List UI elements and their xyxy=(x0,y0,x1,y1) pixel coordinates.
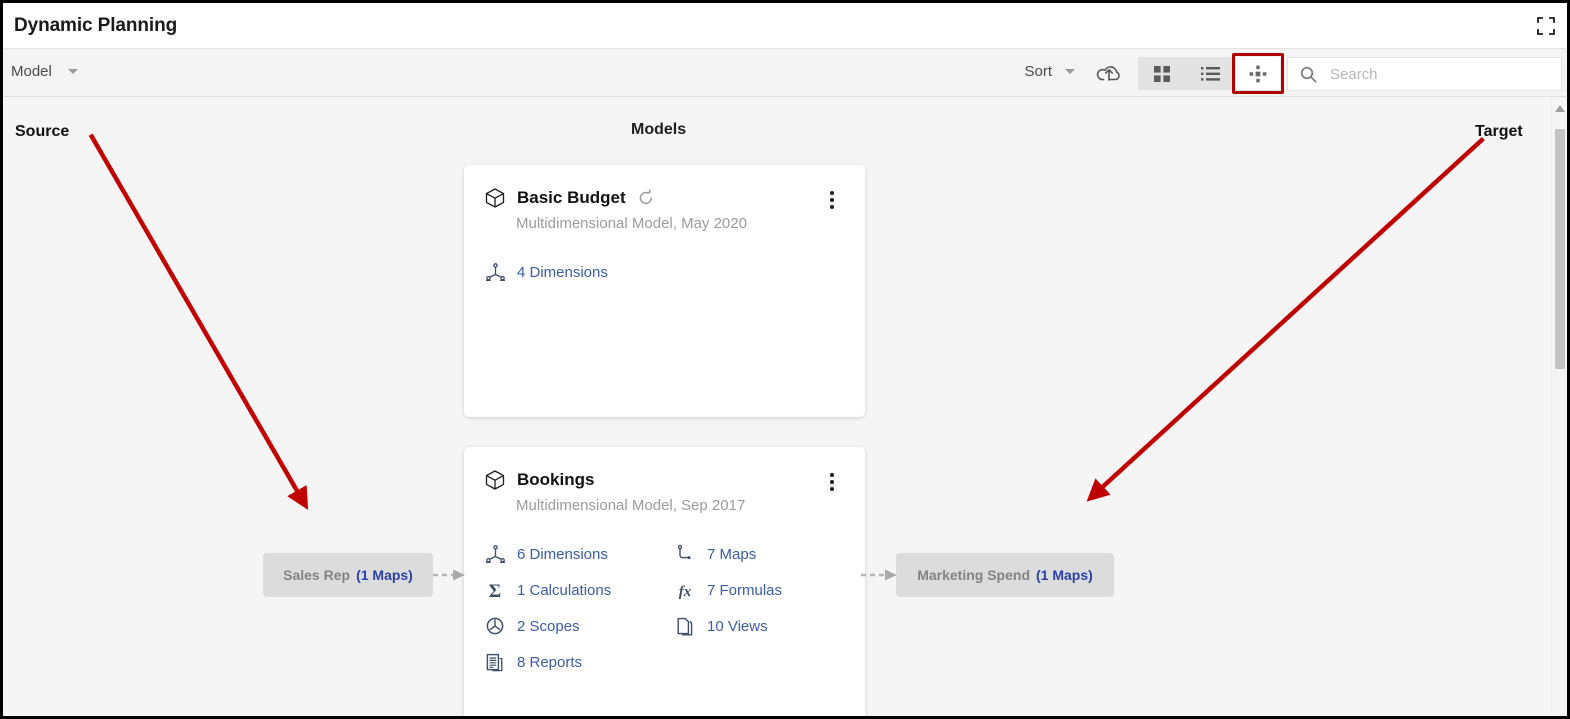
dependency-canvas: Models Basic Budget Multidimensional Mod… xyxy=(3,97,1567,716)
grid-view-button[interactable] xyxy=(1138,57,1186,90)
source-node-maps: (1 Maps) xyxy=(356,567,413,583)
source-node-name: Sales Rep xyxy=(283,567,351,583)
target-node-name: Marketing Spend xyxy=(917,567,1030,583)
stat-label: 6 Dimensions xyxy=(517,545,608,563)
stat-scopes[interactable]: 2 Scopes xyxy=(484,615,674,637)
maps-icon xyxy=(674,543,696,565)
target-connector-arrow xyxy=(861,569,897,581)
vertical-scrollbar[interactable] xyxy=(1551,97,1567,716)
list-view-button[interactable] xyxy=(1186,57,1234,90)
stat-label: 8 Reports xyxy=(517,653,583,671)
card-stats: 6 Dimensions 7 Maps Σ 1 Calculations fx … xyxy=(484,543,844,673)
stat-label: 4 Dimensions xyxy=(517,263,608,281)
toolbar: Model Sort xyxy=(3,49,1567,97)
source-connector-arrow xyxy=(433,569,465,581)
dependency-target-node[interactable]: Marketing Spend (1 Maps) xyxy=(896,553,1114,597)
models-column-header: Models xyxy=(631,121,687,138)
svg-text:fx: fx xyxy=(679,584,692,600)
scroll-up-arrow-icon[interactable] xyxy=(1555,105,1565,112)
page-title: Dynamic Planning xyxy=(14,15,178,36)
stat-label: 7 Formulas xyxy=(707,581,783,599)
stat-label: 2 Scopes xyxy=(517,617,580,635)
scope-icon xyxy=(484,615,506,637)
stat-reports[interactable]: 8 Reports xyxy=(484,651,674,673)
cube-icon xyxy=(485,470,505,490)
search-box[interactable] xyxy=(1287,57,1562,91)
fullscreen-expand-icon[interactable] xyxy=(1533,13,1559,39)
stat-label: 7 Maps xyxy=(707,545,757,563)
kebab-menu-icon[interactable] xyxy=(823,189,841,211)
stat-calculations[interactable]: Σ 1 Calculations xyxy=(484,579,674,601)
sort-dropdown-label: Sort xyxy=(1024,63,1052,80)
stat-dimensions[interactable]: 6 Dimensions xyxy=(484,543,674,565)
model-dropdown-label: Model xyxy=(11,63,52,80)
views-pages-icon xyxy=(674,615,696,637)
dynamic-planning-window: Dynamic Planning Model Sort Search Model… xyxy=(0,0,1570,719)
stat-maps[interactable]: 7 Maps xyxy=(674,543,844,565)
source-annotation-label: Source xyxy=(15,123,70,140)
stat-dimensions[interactable]: 4 Dimensions xyxy=(484,261,674,283)
view-toggle-group xyxy=(1138,57,1234,90)
card-subtitle: Multidimensional Model, May 2020 xyxy=(516,215,747,232)
title-bar: Dynamic Planning xyxy=(3,3,1567,49)
sigma-icon: Σ xyxy=(484,579,506,601)
kebab-menu-icon[interactable] xyxy=(823,471,841,493)
stat-label: 1 Calculations xyxy=(517,581,612,599)
target-node-maps: (1 Maps) xyxy=(1036,567,1093,583)
cube-icon xyxy=(485,188,505,208)
card-subtitle: Multidimensional Model, Sep 2017 xyxy=(516,497,746,514)
card-header: Basic Budget xyxy=(484,187,655,209)
card-stats: 4 Dimensions xyxy=(484,261,844,283)
model-dropdown[interactable]: Model xyxy=(11,63,78,80)
grid-icon xyxy=(1154,65,1170,82)
dependency-network-icon xyxy=(1249,65,1267,82)
chevron-down-icon xyxy=(1065,69,1075,74)
search-icon xyxy=(1300,66,1317,82)
stat-label: 10 Views xyxy=(707,617,768,635)
report-icon xyxy=(484,651,506,673)
target-annotation-label: Target xyxy=(1475,123,1523,140)
dimensions-icon xyxy=(484,543,506,565)
list-icon xyxy=(1200,66,1220,81)
dimensions-icon xyxy=(484,261,506,283)
card-title: Bookings xyxy=(517,470,595,489)
svg-text:Σ: Σ xyxy=(489,581,501,601)
model-card-bookings[interactable]: Bookings Multidimensional Model, Sep 201… xyxy=(464,447,865,716)
dependency-view-button[interactable] xyxy=(1236,57,1280,90)
cloud-upload-icon[interactable] xyxy=(1094,59,1124,89)
dependency-source-node[interactable]: Sales Rep (1 Maps) xyxy=(263,553,433,597)
search-input[interactable] xyxy=(1328,64,1552,84)
restore-arrow-icon[interactable] xyxy=(637,189,655,207)
scrollbar-thumb[interactable] xyxy=(1555,129,1565,369)
card-header: Bookings xyxy=(484,469,594,491)
sort-dropdown[interactable]: Sort xyxy=(1024,63,1075,80)
model-card-basic-budget[interactable]: Basic Budget Multidimensional Model, May… xyxy=(464,165,865,417)
chevron-down-icon xyxy=(67,69,78,74)
stat-formulas[interactable]: fx 7 Formulas xyxy=(674,579,844,601)
stat-views[interactable]: 10 Views xyxy=(674,615,844,637)
formula-fx-icon: fx xyxy=(674,579,696,601)
card-title: Basic Budget xyxy=(517,188,626,207)
